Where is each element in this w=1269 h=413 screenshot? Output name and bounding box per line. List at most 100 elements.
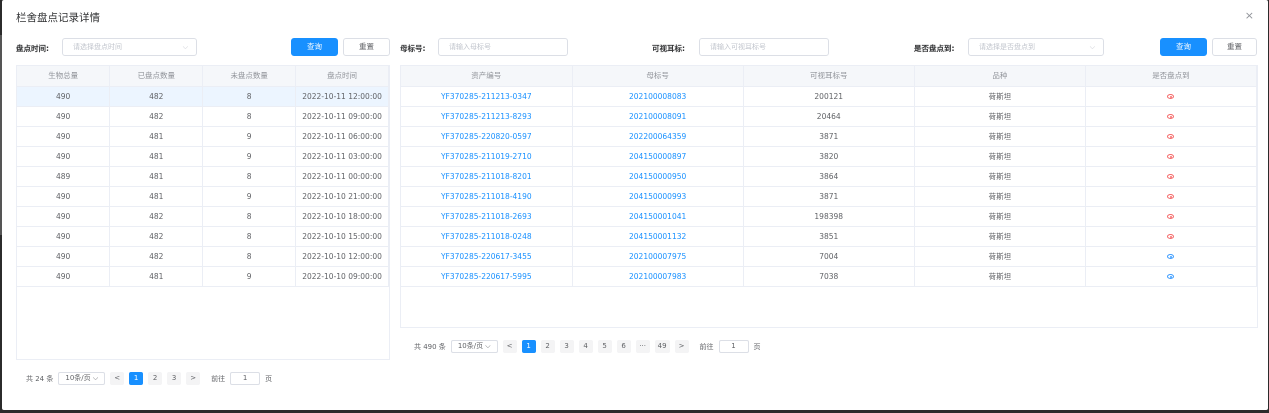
table-cell: 3864: [743, 166, 915, 187]
chevron-down-icon: ⌵: [1089, 43, 1095, 51]
page-number-button[interactable]: 4: [578, 340, 593, 353]
asset-id-link[interactable]: YF370285-220617-5995: [401, 266, 573, 287]
left-prev-button[interactable]: <: [110, 372, 125, 385]
close-icon[interactable]: ×: [1245, 9, 1254, 22]
page-number-button[interactable]: 1: [521, 340, 536, 353]
left-page-size-select[interactable]: 10条/页 ⌵: [58, 372, 106, 385]
page-number-button[interactable]: ···: [635, 340, 650, 353]
page-number-button[interactable]: 3: [167, 372, 182, 385]
table-cell: 3871: [743, 126, 915, 147]
ear-tag-link[interactable]: 202200064359: [572, 126, 744, 147]
left-next-button[interactable]: >: [186, 372, 201, 385]
inventory-time-picker[interactable]: 请选择盘点时间 ⌵: [62, 38, 197, 56]
table-cell: 490: [17, 106, 111, 127]
inventory-time-label: 盘点时间:: [16, 44, 49, 53]
table-row[interactable]: 490 482 8 2022-10-11 09:00:00: [17, 106, 389, 127]
right-col-header: 母标号: [572, 66, 744, 87]
asset-id-link[interactable]: YF370285-211018-2693: [401, 206, 573, 227]
ear-tag-link[interactable]: 204150001132: [572, 226, 744, 247]
eye-icon[interactable]: [1167, 174, 1175, 179]
table-row[interactable]: 490 481 9 2022-10-11 06:00:00: [17, 126, 389, 147]
table-cell: 482: [109, 226, 204, 247]
asset-id-link[interactable]: YF370285-211213-8293: [401, 106, 573, 127]
left-query-button[interactable]: 查询: [291, 38, 338, 56]
ear-tag-link[interactable]: 204150000993: [572, 186, 744, 207]
table-cell: 481: [109, 186, 204, 207]
counted-select[interactable]: 请选择是否盘点到 ⌵: [968, 38, 1104, 56]
asset-id-link[interactable]: YF370285-211019-2710: [401, 146, 573, 167]
table-row[interactable]: 490 481 9 2022-10-11 03:00:00: [17, 146, 389, 167]
eye-icon[interactable]: [1167, 214, 1175, 219]
table-cell: 490: [17, 206, 111, 227]
ear-tag-link[interactable]: 202100008083: [572, 86, 744, 107]
right-page-size-select[interactable]: 10条/页 ⌵: [450, 340, 498, 353]
table-cell: 489: [17, 166, 111, 187]
right-next-button[interactable]: >: [674, 340, 689, 353]
table-row[interactable]: 490 482 8 2022-10-10 12:00:00: [17, 246, 389, 267]
asset-id-link[interactable]: YF370285-211213-0347: [401, 86, 573, 107]
table-row[interactable]: 490 482 8 2022-10-11 12:00:00: [17, 86, 389, 107]
eye-icon[interactable]: [1167, 254, 1175, 259]
table-cell: 荷斯坦: [914, 266, 1086, 287]
table-row[interactable]: 490 482 8 2022-10-10 15:00:00: [17, 226, 389, 247]
asset-id-link[interactable]: YF370285-220617-3455: [401, 246, 573, 267]
ear-tag-link[interactable]: 202100007975: [572, 246, 744, 267]
table-cell: 200121: [743, 86, 915, 107]
table-cell: 8: [202, 226, 297, 247]
right-query-button[interactable]: 查询: [1160, 38, 1207, 56]
right-goto-input[interactable]: 1: [718, 340, 749, 353]
eye-icon[interactable]: [1167, 274, 1175, 279]
table-cell: 2022-10-10 12:00:00: [295, 246, 389, 267]
page-number-button[interactable]: 1: [129, 372, 144, 385]
page-number-button[interactable]: 2: [540, 340, 555, 353]
table-row[interactable]: 489 481 8 2022-10-11 00:00:00: [17, 166, 389, 187]
left-goto-input[interactable]: 1: [230, 372, 261, 385]
table-cell: 荷斯坦: [914, 106, 1086, 127]
asset-id-link[interactable]: YF370285-220820-0597: [401, 126, 573, 147]
ear-tag-link[interactable]: 204150001041: [572, 206, 744, 227]
page-number-button[interactable]: 49: [654, 340, 670, 353]
page-number-button[interactable]: 6: [616, 340, 631, 353]
table-cell: 482: [109, 106, 204, 127]
table-cell: 481: [109, 126, 204, 147]
table-cell: 8: [202, 246, 297, 267]
visible-tag-input[interactable]: 请输入可视耳标号: [699, 38, 829, 56]
eye-icon[interactable]: [1167, 234, 1175, 239]
inventory-record-table: 生物总量 已盘点数量 未盘点数量 盘点时间 490 482 8 2022-10-11 12:…: [16, 65, 390, 360]
eye-icon[interactable]: [1167, 134, 1175, 139]
right-page-list: 1 2 3 4 5 6 ··· 49: [521, 340, 670, 353]
eye-icon[interactable]: [1167, 194, 1175, 199]
table-row: YF370285-211018-0248 204150001132 3851 荷斯坦: [401, 226, 1258, 247]
page-number-button[interactable]: 3: [559, 340, 574, 353]
ear-tag-link[interactable]: 202100007983: [572, 266, 744, 287]
ear-tag-link[interactable]: 204150000897: [572, 146, 744, 167]
table-row[interactable]: 490 481 9 2022-10-10 21:00:00: [17, 186, 389, 207]
asset-id-link[interactable]: YF370285-211018-0248: [401, 226, 573, 247]
table-cell: 2022-10-10 21:00:00: [295, 186, 389, 207]
counted-status-cell: [1085, 186, 1258, 207]
page-number-button[interactable]: 2: [148, 372, 163, 385]
left-col-header: 未盘点数量: [202, 66, 297, 87]
left-reset-button[interactable]: 重置: [343, 38, 390, 56]
table-row: YF370285-211018-8201 204150000950 3864 荷斯坦: [401, 166, 1258, 187]
ear-tag-link[interactable]: 204150000950: [572, 166, 744, 187]
ear-tag-link[interactable]: 202100008091: [572, 106, 744, 127]
eye-icon[interactable]: [1167, 94, 1175, 99]
table-row[interactable]: 490 482 8 2022-10-10 18:00:00: [17, 206, 389, 227]
asset-id-link[interactable]: YF370285-211018-8201: [401, 166, 573, 187]
counted-status-cell: [1085, 206, 1258, 227]
asset-id-link[interactable]: YF370285-211018-4190: [401, 186, 573, 207]
table-cell: 481: [109, 146, 204, 167]
eye-icon[interactable]: [1167, 114, 1175, 119]
right-reset-button[interactable]: 重置: [1212, 38, 1257, 56]
right-prev-button[interactable]: <: [502, 340, 517, 353]
eye-icon[interactable]: [1167, 154, 1175, 159]
table-row[interactable]: 490 481 9 2022-10-10 09:00:00: [17, 266, 389, 287]
visible-tag-label: 可视耳标:: [652, 44, 685, 53]
table-cell: 荷斯坦: [914, 246, 1086, 267]
table-cell: 荷斯坦: [914, 126, 1086, 147]
ear-tag-input[interactable]: 请输入母标号: [438, 38, 568, 56]
table-cell: 荷斯坦: [914, 86, 1086, 107]
page-number-button[interactable]: 5: [597, 340, 612, 353]
table-cell: 9: [202, 186, 297, 207]
